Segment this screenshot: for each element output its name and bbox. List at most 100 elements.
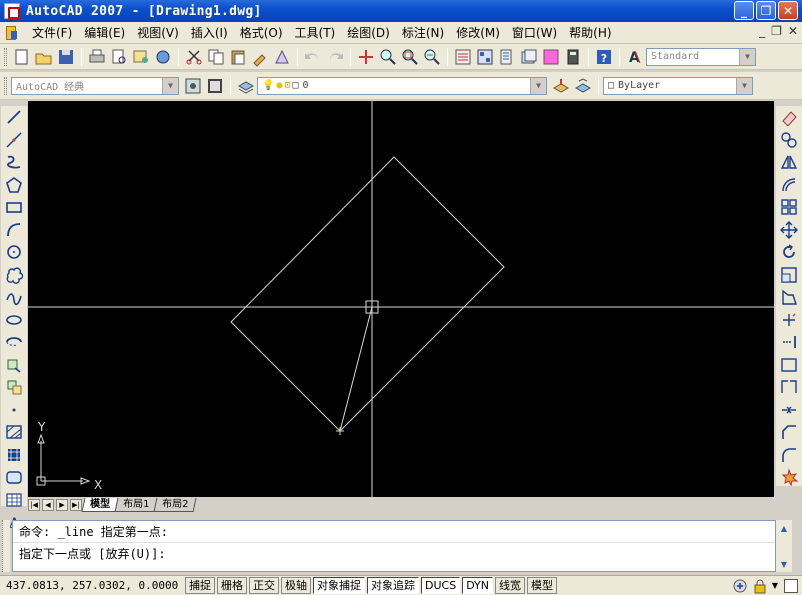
- table-icon[interactable]: [5, 491, 23, 509]
- workspace-select[interactable]: AutoCAD 经典 ▼: [11, 76, 179, 95]
- menu-tools[interactable]: 工具(T): [289, 24, 342, 41]
- break-at-point-icon[interactable]: [780, 356, 798, 374]
- dyn-toggle[interactable]: DYN: [462, 577, 494, 594]
- color-control-select[interactable]: □ ByLayer ▼: [603, 76, 753, 95]
- menu-insert[interactable]: 插入(I): [185, 24, 234, 41]
- calculator-icon[interactable]: [563, 47, 583, 67]
- arc-icon[interactable]: [5, 221, 23, 239]
- save-icon[interactable]: [56, 47, 76, 67]
- ortho-toggle[interactable]: 正交: [249, 577, 279, 594]
- layer-select[interactable]: 💡 ● ⊡ □ 0 ▼: [257, 76, 547, 95]
- clean-screen-icon[interactable]: [784, 578, 798, 593]
- my-workspace-icon[interactable]: [205, 76, 225, 96]
- move-icon[interactable]: [780, 220, 798, 239]
- make-object-layer-current-icon[interactable]: [551, 76, 571, 96]
- point-icon[interactable]: [5, 401, 23, 419]
- insert-block-icon[interactable]: [5, 356, 23, 374]
- grid-toggle[interactable]: 栅格: [217, 577, 247, 594]
- properties-icon[interactable]: [453, 47, 473, 67]
- chamfer-icon[interactable]: [780, 423, 798, 441]
- construction-line-icon[interactable]: [5, 131, 23, 149]
- document-menu-icon[interactable]: [4, 25, 20, 41]
- ducs-toggle[interactable]: DUCS: [421, 577, 461, 594]
- chevron-down-icon[interactable]: ▼: [162, 77, 178, 94]
- chevron-down-icon[interactable]: ▼: [739, 48, 755, 65]
- zoom-window-icon[interactable]: [400, 47, 420, 67]
- menu-window[interactable]: 窗口(W): [506, 24, 563, 41]
- copy-clip-icon[interactable]: [206, 47, 226, 67]
- mdi-minimize-button[interactable]: _: [759, 24, 765, 38]
- fillet-icon[interactable]: [780, 446, 798, 464]
- cut-icon[interactable]: [184, 47, 204, 67]
- coordinate-readout[interactable]: 437.0813, 257.0302, 0.0000: [0, 579, 185, 592]
- tab-last-button[interactable]: ▶|: [70, 499, 82, 511]
- layer-properties-icon[interactable]: [236, 76, 256, 96]
- plot-preview-icon[interactable]: [109, 47, 129, 67]
- status-menu-chevron-icon[interactable]: ▼: [772, 581, 778, 590]
- minimize-button[interactable]: _: [734, 1, 754, 20]
- markup-icon[interactable]: [541, 47, 561, 67]
- zoom-previous-icon[interactable]: [422, 47, 442, 67]
- drawing-svg[interactable]: Y X: [28, 101, 774, 497]
- revision-cloud-icon[interactable]: [5, 266, 23, 284]
- zoom-realtime-icon[interactable]: [378, 47, 398, 67]
- publish-icon[interactable]: [131, 47, 151, 67]
- paste-icon[interactable]: [228, 47, 248, 67]
- scroll-down-icon[interactable]: ▼: [776, 556, 792, 572]
- mdi-restore-button[interactable]: ❐: [771, 24, 782, 38]
- chevron-down-icon[interactable]: ▼: [736, 77, 752, 94]
- hatch-icon[interactable]: [5, 423, 23, 441]
- redo-icon[interactable]: [325, 47, 345, 67]
- restore-button[interactable]: ❐: [756, 1, 776, 20]
- polar-toggle[interactable]: 极轴: [281, 577, 311, 594]
- close-button[interactable]: ✕: [778, 1, 798, 20]
- tab-layout1[interactable]: 布局1: [114, 498, 158, 512]
- rectangle-icon[interactable]: [5, 198, 23, 216]
- toolbar-grip[interactable]: [4, 47, 7, 66]
- communication-center-icon[interactable]: [732, 578, 748, 594]
- ellipse-icon[interactable]: [5, 311, 23, 329]
- chevron-down-icon[interactable]: ▼: [530, 77, 546, 94]
- osnap-toggle[interactable]: 对象捕捉: [313, 577, 365, 594]
- mdi-close-button[interactable]: ✕: [788, 24, 798, 38]
- menu-help[interactable]: 帮助(H): [563, 24, 617, 41]
- command-window[interactable]: 命令: _line 指定第一点: 指定下一点或 [放弃(U)]:: [12, 520, 776, 572]
- menu-modify[interactable]: 修改(M): [450, 24, 506, 41]
- circle-icon[interactable]: [5, 243, 23, 261]
- command-window-grip[interactable]: [2, 520, 10, 572]
- menu-view[interactable]: 视图(V): [131, 24, 185, 41]
- layer-previous-icon[interactable]: [573, 76, 593, 96]
- undo-icon[interactable]: [303, 47, 323, 67]
- gradient-icon[interactable]: [5, 446, 23, 464]
- tab-first-button[interactable]: |◀: [28, 499, 40, 511]
- drawn-rectangle[interactable]: [230, 156, 505, 432]
- menu-edit[interactable]: 编辑(E): [78, 24, 131, 41]
- tool-palettes-icon[interactable]: [497, 47, 517, 67]
- spline-icon[interactable]: [5, 288, 23, 306]
- menu-format[interactable]: 格式(O): [234, 24, 289, 41]
- explode-icon[interactable]: [780, 468, 798, 486]
- mirror-icon[interactable]: [780, 153, 798, 171]
- erase-icon[interactable]: [780, 108, 798, 126]
- model-toggle[interactable]: 模型: [527, 577, 558, 594]
- polyline-icon[interactable]: [5, 153, 23, 171]
- menu-draw[interactable]: 绘图(D): [341, 24, 396, 41]
- toolbar-grip[interactable]: [4, 76, 7, 95]
- extend-icon[interactable]: [780, 333, 798, 351]
- snap-toggle[interactable]: 捕捉: [185, 577, 215, 594]
- make-block-icon[interactable]: [5, 378, 23, 396]
- polygon-icon[interactable]: [5, 176, 23, 194]
- design-center-icon[interactable]: [475, 47, 495, 67]
- menu-dimension[interactable]: 标注(N): [396, 24, 450, 41]
- open-icon[interactable]: [34, 47, 54, 67]
- rotate-icon[interactable]: [780, 243, 798, 261]
- match-properties-icon[interactable]: [250, 47, 270, 67]
- 3d-dwf-icon[interactable]: [153, 47, 173, 67]
- tab-next-button[interactable]: ▶: [56, 499, 68, 511]
- text-style-icon[interactable]: A: [625, 47, 645, 67]
- pan-realtime-icon[interactable]: [356, 47, 376, 67]
- tab-layout2[interactable]: 布局2: [153, 498, 198, 512]
- plot-icon[interactable]: [87, 47, 107, 67]
- join-icon[interactable]: [780, 401, 798, 419]
- offset-icon[interactable]: [780, 176, 798, 194]
